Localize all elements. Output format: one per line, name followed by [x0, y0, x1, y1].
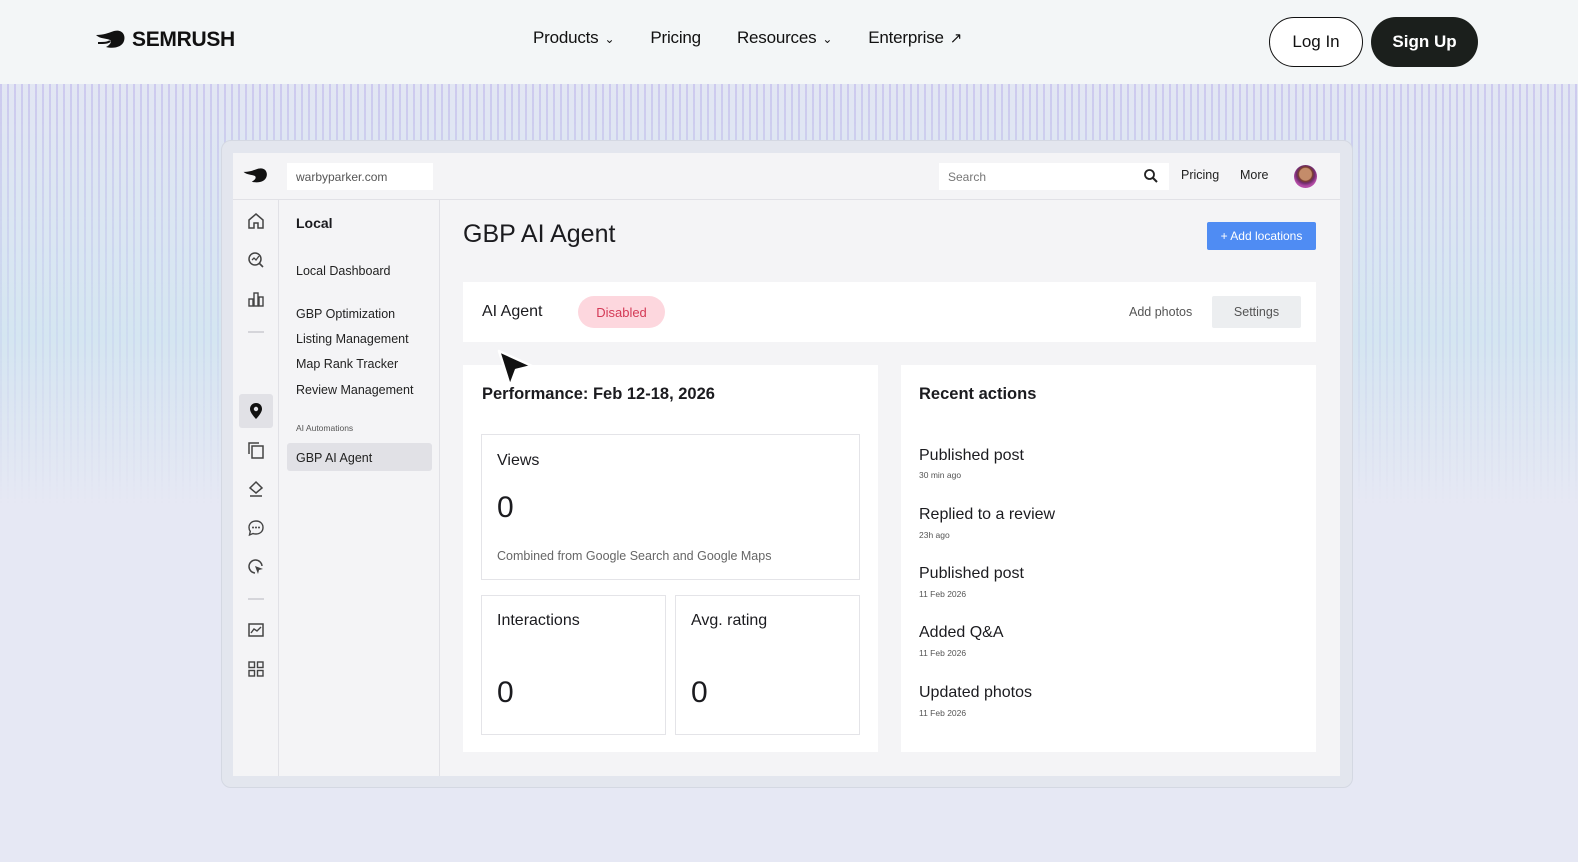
copy-icon[interactable] [246, 440, 266, 460]
login-button[interactable]: Log In [1269, 17, 1363, 67]
nav-resources-label: Resources [736, 28, 817, 47]
nav-pricing-label: Pricing [650, 28, 701, 47]
nav-pricing[interactable]: Pricing [650, 28, 701, 48]
action-title: Updated photos [919, 684, 1032, 701]
signup-button[interactable]: Sign Up [1371, 17, 1478, 67]
action-title: Added Q&A [919, 624, 1004, 641]
action-time: 11 Feb 2026 [919, 648, 967, 658]
brand-name: SEMRUSH [132, 28, 235, 51]
interactions-label: Interactions [497, 612, 580, 629]
home-icon[interactable] [246, 211, 266, 231]
app-window: Search Pricing More [233, 153, 1340, 776]
app-more-link[interactable]: More [1240, 168, 1268, 182]
settings-button[interactable]: Settings [1212, 296, 1301, 328]
page-title: GBP AI Agent [463, 220, 616, 248]
status-badge[interactable]: Disabled [578, 296, 665, 328]
trend-chart-icon[interactable] [246, 620, 266, 640]
ai-agent-bar: AI Agent Disabled Add photos Settings [463, 282, 1316, 342]
chevron-down-icon: ⌄ [822, 32, 833, 46]
nav-enterprise[interactable]: Enterprise ↗ [868, 28, 962, 48]
views-metric: Views 0 Combined from Google Search and … [481, 434, 860, 580]
action-time: 11 Feb 2026 [919, 589, 967, 599]
external-arrow-icon: ↗ [949, 30, 963, 47]
layers-icon[interactable] [246, 479, 266, 499]
local-sidebar: Local Local Dashboard GBP Optimization L… [279, 200, 440, 776]
views-value: 0 [497, 491, 514, 524]
rail-divider [248, 331, 264, 333]
grid-icon[interactable] [246, 659, 266, 679]
search-icon[interactable] [1143, 168, 1159, 184]
recent-actions-card: Recent actions Published post 30 min ago… [901, 365, 1316, 752]
search-placeholder: Search [948, 169, 987, 184]
semrush-flame-icon [96, 30, 125, 48]
search-input[interactable]: Search [939, 163, 1169, 190]
nav-products[interactable]: Products ⌄ [533, 28, 615, 48]
sidebar-item-review-management[interactable]: Review Management [296, 383, 413, 397]
interactions-metric: Interactions 0 [481, 595, 666, 735]
rating-label: Avg. rating [691, 612, 768, 629]
icon-rail [233, 200, 279, 776]
sidebar-item-listing-management[interactable]: Listing Management [296, 332, 409, 346]
sidebar-item-local-dashboard[interactable]: Local Dashboard [296, 264, 391, 278]
action-title: Published post [919, 565, 1024, 582]
sidebar-title: Local [296, 215, 333, 231]
main-nav: Products ⌄ Pricing Resources ⌄ Enterpris… [533, 28, 998, 48]
views-label: Views [497, 452, 540, 469]
action-time: 30 min ago [919, 470, 962, 480]
chat-icon[interactable] [246, 518, 266, 538]
rating-metric: Avg. rating 0 [675, 595, 860, 735]
location-pin-icon[interactable] [246, 401, 266, 421]
semrush-logo[interactable]: SEMRUSH [94, 28, 235, 52]
site-header: SEMRUSH Products ⌄ Pricing Resources ⌄ E… [0, 0, 1578, 84]
app-pricing-link[interactable]: Pricing [1181, 168, 1219, 182]
add-locations-button[interactable]: + Add locations [1207, 222, 1316, 250]
nav-resources[interactable]: Resources ⌄ [736, 28, 833, 48]
action-title: Replied to a review [919, 506, 1056, 523]
action-time: 11 Feb 2026 [919, 708, 967, 718]
sidebar-item-gbp-ai-agent[interactable]: GBP AI Agent [296, 451, 372, 465]
ai-agent-label: AI Agent [482, 303, 543, 320]
action-time: 23h ago [919, 530, 950, 540]
sidebar-item-gbp-optimization[interactable]: GBP Optimization [296, 307, 395, 321]
performance-card: Performance: Feb 12-18, 2026 Views 0 Com… [463, 365, 878, 752]
domain-input[interactable] [287, 163, 433, 190]
app-toolbar: Search Pricing More [233, 153, 1340, 200]
rating-value: 0 [691, 676, 708, 709]
app-logo-icon[interactable] [241, 167, 269, 185]
chevron-down-icon: ⌄ [604, 32, 615, 46]
avatar[interactable] [1294, 165, 1317, 188]
nav-products-label: Products [533, 28, 599, 47]
recent-actions-title: Recent actions [919, 385, 1037, 403]
bar-chart-icon[interactable] [246, 289, 266, 309]
interactions-value: 0 [497, 676, 514, 709]
rail-divider [248, 598, 264, 600]
search-chart-icon[interactable] [246, 250, 266, 270]
add-photos-link[interactable]: Add photos [1129, 305, 1192, 319]
nav-enterprise-label: Enterprise [868, 28, 944, 47]
action-title: Published post [919, 447, 1024, 464]
sidebar-section-caption: AI Automations [296, 423, 354, 433]
sidebar-item-map-rank-tracker[interactable]: Map Rank Tracker [296, 357, 398, 371]
cursor-click-icon[interactable] [246, 557, 266, 577]
views-note: Combined from Google Search and Google M… [497, 549, 772, 563]
mouse-cursor-icon [497, 349, 534, 388]
